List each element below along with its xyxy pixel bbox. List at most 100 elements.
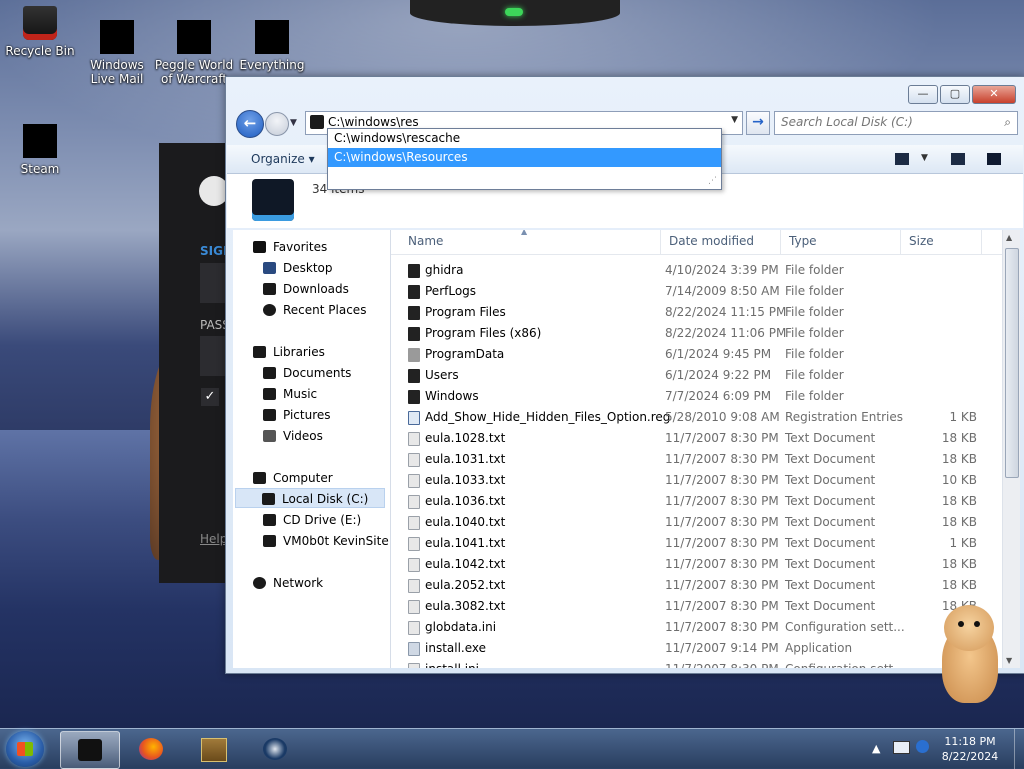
nav-cd-drive[interactable]: CD Drive (E:) [263, 510, 361, 530]
desktop-icon-everything[interactable]: Everything [232, 20, 312, 72]
help-icon[interactable] [987, 153, 1001, 165]
taskbar-box[interactable] [184, 731, 242, 767]
minimize-button[interactable]: — [908, 85, 938, 104]
file-row[interactable]: eula.3082.txt 11/7/2007 8:30 PM Text Docum… [391, 596, 1002, 617]
file-type: Text Document [785, 599, 876, 613]
nav-local-disk[interactable]: Local Disk (C:) [235, 488, 385, 508]
file-row[interactable]: eula.1041.txt 11/7/2007 8:30 PM Text Docum… [391, 533, 1002, 554]
scrollbar-thumb[interactable] [1005, 248, 1019, 478]
nav-videos[interactable]: Videos [263, 426, 323, 446]
file-row[interactable]: ghidra 4/10/2024 3:39 PM File folder [391, 260, 1002, 281]
resize-grip-icon[interactable]: ⋰ [708, 176, 718, 186]
column-divider[interactable] [981, 230, 982, 254]
nav-music[interactable]: Music [263, 384, 317, 404]
nav-network[interactable]: Network [253, 573, 323, 593]
steam-login-window: SIGN PASS ✓ Help [159, 143, 233, 583]
desktop-icon-peggle[interactable]: Peggle World of Warcraft [154, 20, 234, 86]
desktop-icon-windows-live-mail[interactable]: Windows Live Mail [77, 20, 157, 86]
nav-computer[interactable]: Computer [253, 468, 333, 488]
file-name: eula.1040.txt [425, 515, 506, 529]
nav-label: Local Disk (C:) [282, 492, 369, 506]
file-row[interactable]: Program Files 8/22/2024 11:15 PM File fold… [391, 302, 1002, 323]
file-row[interactable]: install.exe 11/7/2007 9:14 PM Application [391, 638, 1002, 659]
file-row[interactable]: Add_Show_Hide_Hidden_Files_Option.reg 5/2… [391, 407, 1002, 428]
nav-libraries[interactable]: Libraries [253, 342, 325, 362]
show-desktop-button[interactable] [1014, 729, 1024, 769]
column-divider[interactable] [780, 230, 781, 254]
search-box[interactable]: ⌕ [774, 111, 1018, 135]
go-button[interactable]: → [746, 111, 770, 135]
column-name[interactable]: Name [408, 234, 443, 248]
file-row[interactable]: eula.1033.txt 11/7/2007 8:30 PM Text Docum… [391, 470, 1002, 491]
file-type: Text Document [785, 452, 876, 466]
desktop-icon-recycle-bin[interactable]: Recycle Bin [0, 6, 80, 58]
nav-documents[interactable]: Documents [263, 363, 351, 383]
file-row[interactable]: eula.1036.txt 11/7/2007 8:30 PM Text Docum… [391, 491, 1002, 512]
desktop-icon-label: Everything [239, 58, 305, 72]
text-file-icon [408, 579, 420, 593]
file-row[interactable]: Program Files (x86) 8/22/2024 11:06 PM Fil… [391, 323, 1002, 344]
column-date-modified[interactable]: Date modified [669, 234, 754, 248]
nav-pictures[interactable]: Pictures [263, 405, 331, 425]
file-row[interactable]: PerfLogs 7/14/2009 8:50 AM File folder [391, 281, 1002, 302]
show-hidden-icons-button[interactable]: ▲ [872, 742, 880, 755]
desktop-icon-label: Recycle Bin [5, 44, 75, 58]
file-row[interactable]: Windows 7/7/2024 6:09 PM File folder [391, 386, 1002, 407]
scroll-up-icon[interactable]: ▲ [1006, 233, 1012, 242]
vertical-scrollbar[interactable]: ▲ ▼ [1002, 230, 1020, 668]
nav-desktop[interactable]: Desktop [263, 258, 333, 278]
search-icon[interactable]: ⌕ [1004, 115, 1011, 130]
arrow-right-icon: → [752, 114, 764, 130]
file-row[interactable]: eula.1040.txt 11/7/2007 8:30 PM Text Docum… [391, 512, 1002, 533]
change-view-icon[interactable] [895, 153, 909, 165]
computer-icon [253, 472, 266, 484]
hamster-eye [958, 621, 964, 627]
file-type: Text Document [785, 494, 876, 508]
volume-tray-icon[interactable] [916, 740, 929, 753]
file-row[interactable]: eula.1042.txt 11/7/2007 8:30 PM Text Docum… [391, 554, 1002, 575]
nav-label: Favorites [273, 240, 328, 254]
view-dropdown-icon[interactable]: ▼ [921, 153, 928, 163]
file-row[interactable]: Users 6/1/2024 9:22 PM File folder [391, 365, 1002, 386]
network-tray-icon[interactable] [893, 741, 910, 754]
taskbar-steam[interactable] [246, 731, 304, 767]
organize-button[interactable]: Organize ▾ [251, 152, 315, 166]
column-type[interactable]: Type [789, 234, 817, 248]
hamster-sticker [936, 605, 1002, 705]
preview-pane-icon[interactable] [951, 153, 965, 165]
file-name: Program Files (x86) [425, 326, 542, 340]
clock[interactable]: 11:18 PM 8/22/2024 [930, 734, 1010, 764]
address-dropdown-icon[interactable]: ▼ [731, 115, 738, 125]
file-row[interactable]: ProgramData 6/1/2024 9:45 PM File folder [391, 344, 1002, 365]
column-size[interactable]: Size [909, 234, 934, 248]
nav-vm-share[interactable]: VM0b0t KevinSite [263, 531, 389, 551]
recent-pages-dropdown[interactable]: ▼ [290, 118, 297, 128]
file-row[interactable]: eula.1028.txt 11/7/2007 8:30 PM Text Docum… [391, 428, 1002, 449]
maximize-button[interactable]: ▢ [940, 85, 970, 104]
file-row[interactable]: install.ini 11/7/2007 8:30 PM Configuratio… [391, 659, 1002, 668]
file-row[interactable]: globdata.ini 11/7/2007 8:30 PM Configurati… [391, 617, 1002, 638]
taskbar-explorer[interactable] [60, 731, 120, 769]
help-link[interactable]: Help [200, 532, 227, 546]
nav-downloads[interactable]: Downloads [263, 279, 349, 299]
nav-favorites[interactable]: Favorites [253, 237, 327, 257]
column-divider[interactable] [900, 230, 901, 254]
search-input[interactable] [781, 114, 991, 130]
text-file-icon [408, 600, 420, 614]
file-row[interactable]: eula.1031.txt 11/7/2007 8:30 PM Text Docum… [391, 449, 1002, 470]
desktop-icon-steam[interactable]: Steam [0, 124, 80, 176]
close-button[interactable]: ✕ [972, 85, 1016, 104]
autocomplete-option[interactable]: C:\windows\rescache [328, 129, 721, 148]
file-row[interactable]: eula.2052.txt 11/7/2007 8:30 PM Text Docum… [391, 575, 1002, 596]
scroll-down-icon[interactable]: ▼ [1006, 656, 1012, 665]
remember-me-checkbox[interactable]: ✓ [201, 388, 219, 406]
column-divider[interactable] [660, 230, 661, 254]
nav-recent-places[interactable]: Recent Places [263, 300, 366, 320]
file-name: Windows [425, 389, 479, 403]
forward-button[interactable] [265, 112, 289, 136]
autocomplete-option-selected[interactable]: C:\windows\Resources [328, 148, 721, 167]
libraries-icon [253, 346, 266, 358]
taskbar-firefox[interactable] [122, 731, 180, 767]
back-button[interactable]: ← [236, 110, 264, 138]
start-button[interactable] [6, 731, 44, 767]
